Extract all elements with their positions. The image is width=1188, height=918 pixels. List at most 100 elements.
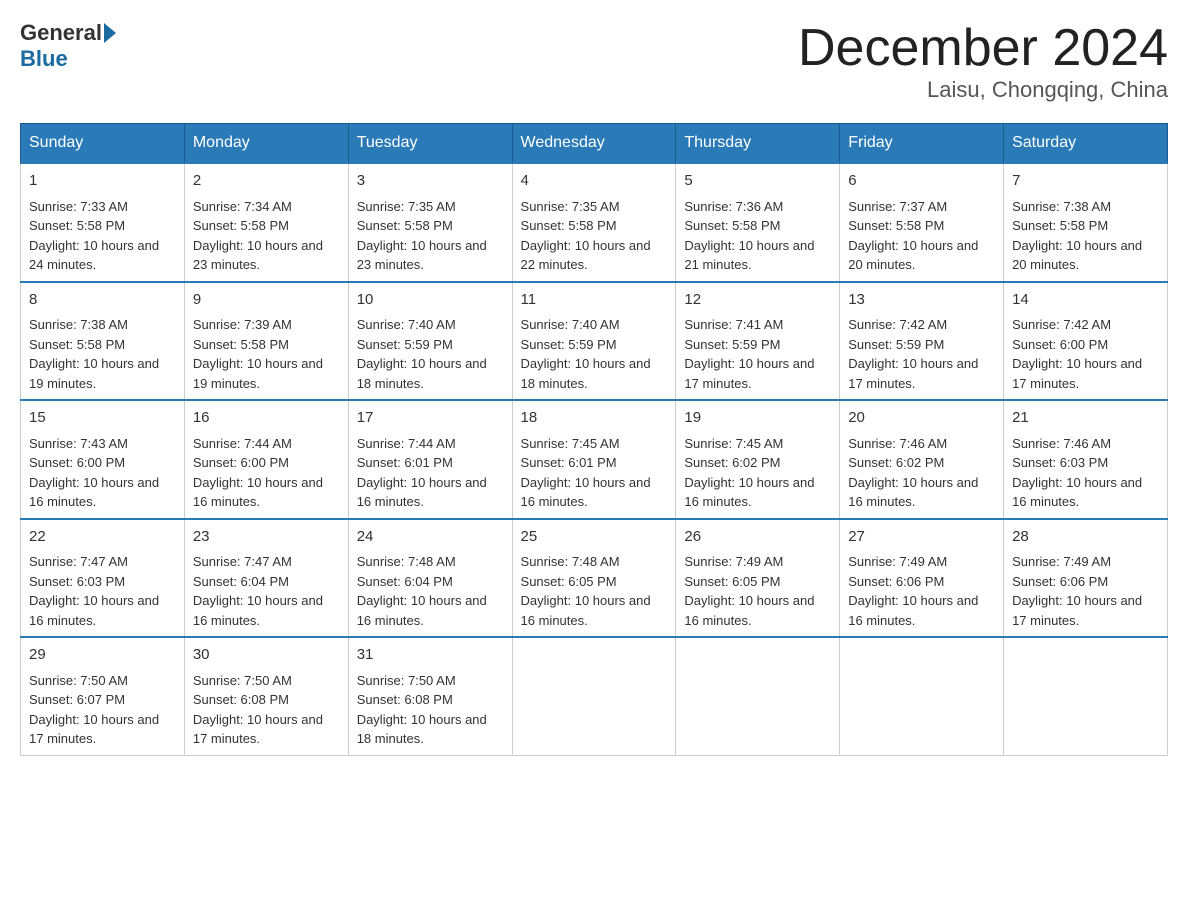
calendar-header: Sunday Monday Tuesday Wednesday Thursday… (21, 124, 1168, 164)
sunrise-label: Sunrise: 7:46 AM (848, 436, 947, 451)
calendar-cell: 25 Sunrise: 7:48 AM Sunset: 6:05 PM Dayl… (512, 519, 676, 638)
daylight-label: Daylight: 10 hours and 16 minutes. (521, 475, 651, 510)
header-thursday: Thursday (676, 124, 840, 164)
page-subtitle: Laisu, Chongqing, China (798, 77, 1168, 103)
calendar-cell: 27 Sunrise: 7:49 AM Sunset: 6:06 PM Dayl… (840, 519, 1004, 638)
sunset-label: Sunset: 5:59 PM (357, 337, 453, 352)
sunrise-label: Sunrise: 7:38 AM (29, 317, 128, 332)
sunrise-label: Sunrise: 7:34 AM (193, 199, 292, 214)
calendar-week-row: 8 Sunrise: 7:38 AM Sunset: 5:58 PM Dayli… (21, 282, 1168, 401)
calendar-cell: 16 Sunrise: 7:44 AM Sunset: 6:00 PM Dayl… (184, 400, 348, 519)
calendar-cell: 4 Sunrise: 7:35 AM Sunset: 5:58 PM Dayli… (512, 163, 676, 282)
sunset-label: Sunset: 6:04 PM (357, 574, 453, 589)
sunset-label: Sunset: 6:04 PM (193, 574, 289, 589)
sunset-label: Sunset: 6:08 PM (357, 692, 453, 707)
day-number: 24 (357, 526, 504, 549)
sunrise-label: Sunrise: 7:43 AM (29, 436, 128, 451)
calendar-cell (512, 637, 676, 755)
day-number: 7 (1012, 170, 1159, 193)
sunrise-label: Sunrise: 7:41 AM (684, 317, 783, 332)
calendar-cell: 5 Sunrise: 7:36 AM Sunset: 5:58 PM Dayli… (676, 163, 840, 282)
day-number: 8 (29, 289, 176, 312)
calendar-cell: 3 Sunrise: 7:35 AM Sunset: 5:58 PM Dayli… (348, 163, 512, 282)
daylight-label: Daylight: 10 hours and 22 minutes. (521, 238, 651, 273)
title-block: December 2024 Laisu, Chongqing, China (798, 20, 1168, 103)
calendar-cell: 10 Sunrise: 7:40 AM Sunset: 5:59 PM Dayl… (348, 282, 512, 401)
day-number: 22 (29, 526, 176, 549)
daylight-label: Daylight: 10 hours and 19 minutes. (193, 356, 323, 391)
day-number: 9 (193, 289, 340, 312)
day-number: 17 (357, 407, 504, 430)
calendar-cell (1004, 637, 1168, 755)
sunset-label: Sunset: 6:02 PM (848, 455, 944, 470)
day-number: 23 (193, 526, 340, 549)
daylight-label: Daylight: 10 hours and 20 minutes. (848, 238, 978, 273)
header-sunday: Sunday (21, 124, 185, 164)
day-number: 29 (29, 644, 176, 667)
logo-general-text: General (20, 20, 102, 46)
calendar-body: 1 Sunrise: 7:33 AM Sunset: 5:58 PM Dayli… (21, 163, 1168, 755)
sunset-label: Sunset: 6:05 PM (521, 574, 617, 589)
day-number: 11 (521, 289, 668, 312)
calendar-week-row: 22 Sunrise: 7:47 AM Sunset: 6:03 PM Dayl… (21, 519, 1168, 638)
day-number: 10 (357, 289, 504, 312)
calendar-week-row: 29 Sunrise: 7:50 AM Sunset: 6:07 PM Dayl… (21, 637, 1168, 755)
sunrise-label: Sunrise: 7:40 AM (521, 317, 620, 332)
calendar-cell: 17 Sunrise: 7:44 AM Sunset: 6:01 PM Dayl… (348, 400, 512, 519)
logo-arrow-icon (104, 23, 116, 43)
calendar-cell: 14 Sunrise: 7:42 AM Sunset: 6:00 PM Dayl… (1004, 282, 1168, 401)
sunrise-label: Sunrise: 7:49 AM (1012, 554, 1111, 569)
daylight-label: Daylight: 10 hours and 16 minutes. (193, 593, 323, 628)
daylight-label: Daylight: 10 hours and 16 minutes. (521, 593, 651, 628)
day-number: 19 (684, 407, 831, 430)
sunset-label: Sunset: 5:59 PM (848, 337, 944, 352)
daylight-label: Daylight: 10 hours and 16 minutes. (193, 475, 323, 510)
sunrise-label: Sunrise: 7:50 AM (193, 673, 292, 688)
daylight-label: Daylight: 10 hours and 16 minutes. (848, 593, 978, 628)
daylight-label: Daylight: 10 hours and 16 minutes. (684, 475, 814, 510)
sunrise-label: Sunrise: 7:37 AM (848, 199, 947, 214)
calendar-cell: 28 Sunrise: 7:49 AM Sunset: 6:06 PM Dayl… (1004, 519, 1168, 638)
daylight-label: Daylight: 10 hours and 17 minutes. (193, 712, 323, 747)
daylight-label: Daylight: 10 hours and 17 minutes. (1012, 593, 1142, 628)
sunset-label: Sunset: 6:00 PM (193, 455, 289, 470)
header-tuesday: Tuesday (348, 124, 512, 164)
daylight-label: Daylight: 10 hours and 17 minutes. (29, 712, 159, 747)
sunset-label: Sunset: 5:58 PM (193, 337, 289, 352)
sunrise-label: Sunrise: 7:33 AM (29, 199, 128, 214)
day-number: 1 (29, 170, 176, 193)
day-number: 28 (1012, 526, 1159, 549)
calendar-cell (840, 637, 1004, 755)
day-number: 30 (193, 644, 340, 667)
day-number: 4 (521, 170, 668, 193)
calendar-cell (676, 637, 840, 755)
sunset-label: Sunset: 5:59 PM (684, 337, 780, 352)
calendar-cell: 24 Sunrise: 7:48 AM Sunset: 6:04 PM Dayl… (348, 519, 512, 638)
daylight-label: Daylight: 10 hours and 16 minutes. (684, 593, 814, 628)
calendar-table: Sunday Monday Tuesday Wednesday Thursday… (20, 123, 1168, 756)
daylight-label: Daylight: 10 hours and 18 minutes. (357, 356, 487, 391)
sunrise-label: Sunrise: 7:40 AM (357, 317, 456, 332)
sunset-label: Sunset: 6:03 PM (1012, 455, 1108, 470)
day-number: 18 (521, 407, 668, 430)
sunrise-label: Sunrise: 7:49 AM (684, 554, 783, 569)
calendar-cell: 18 Sunrise: 7:45 AM Sunset: 6:01 PM Dayl… (512, 400, 676, 519)
sunrise-label: Sunrise: 7:45 AM (684, 436, 783, 451)
calendar-cell: 22 Sunrise: 7:47 AM Sunset: 6:03 PM Dayl… (21, 519, 185, 638)
daylight-label: Daylight: 10 hours and 18 minutes. (357, 712, 487, 747)
daylight-label: Daylight: 10 hours and 20 minutes. (1012, 238, 1142, 273)
sunset-label: Sunset: 6:07 PM (29, 692, 125, 707)
daylight-label: Daylight: 10 hours and 16 minutes. (357, 593, 487, 628)
daylight-label: Daylight: 10 hours and 24 minutes. (29, 238, 159, 273)
day-number: 13 (848, 289, 995, 312)
sunrise-label: Sunrise: 7:45 AM (521, 436, 620, 451)
calendar-cell: 11 Sunrise: 7:40 AM Sunset: 5:59 PM Dayl… (512, 282, 676, 401)
calendar-week-row: 1 Sunrise: 7:33 AM Sunset: 5:58 PM Dayli… (21, 163, 1168, 282)
calendar-cell: 19 Sunrise: 7:45 AM Sunset: 6:02 PM Dayl… (676, 400, 840, 519)
day-number: 15 (29, 407, 176, 430)
calendar-cell: 15 Sunrise: 7:43 AM Sunset: 6:00 PM Dayl… (21, 400, 185, 519)
calendar-cell: 26 Sunrise: 7:49 AM Sunset: 6:05 PM Dayl… (676, 519, 840, 638)
sunrise-label: Sunrise: 7:35 AM (521, 199, 620, 214)
header-wednesday: Wednesday (512, 124, 676, 164)
sunset-label: Sunset: 6:01 PM (357, 455, 453, 470)
